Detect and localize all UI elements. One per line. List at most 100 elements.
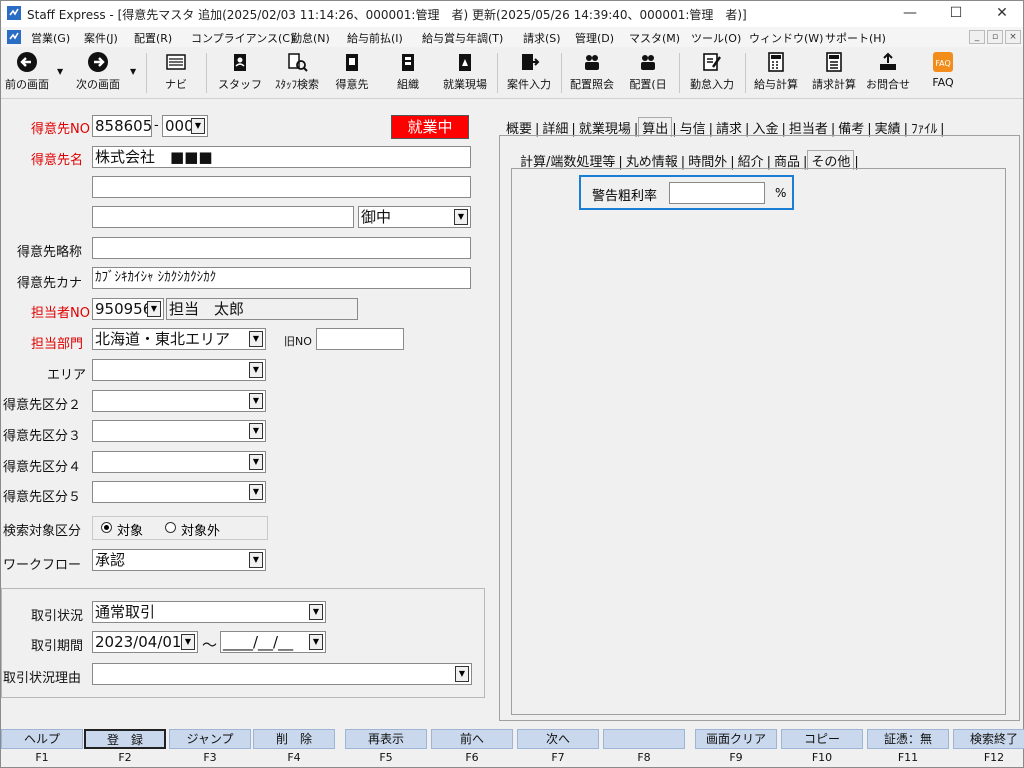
chevron-down-icon[interactable]: ▼ <box>454 209 468 225</box>
fkey-f6-button[interactable]: 前へ <box>431 729 513 749</box>
trade-status-value: 通常取引 <box>95 603 156 621</box>
tab-calc[interactable]: 算出 <box>638 117 673 137</box>
kana-input[interactable]: ｶﾌﾞｼｷｶｲｼｬ ｼｶｸｼｶｸｼｶｸ <box>92 267 471 289</box>
prev-screen-button[interactable]: 前の画面 <box>1 49 53 97</box>
next-dropdown-icon[interactable]: ▼ <box>130 67 136 76</box>
fkey-f10-button[interactable]: コピー <box>781 729 863 749</box>
trade-to-select[interactable]: ____/__/__ ▼ <box>220 631 326 653</box>
chevron-down-icon[interactable]: ▼ <box>309 634 323 650</box>
worksite-button[interactable]: 就業現場 <box>437 49 493 97</box>
attendance-input-button[interactable]: 勤怠入力 <box>683 49 741 97</box>
minimize-button[interactable]: — <box>887 1 933 27</box>
menu-sales[interactable]: 営業(G) <box>31 30 70 46</box>
menu-tools[interactable]: ツール(O) <box>691 30 741 46</box>
chevron-down-icon[interactable]: ▼ <box>455 666 469 682</box>
radio-search-off-label: 対象外 <box>181 524 221 539</box>
faq-button[interactable]: FAQ FAQ <box>923 49 963 97</box>
chevron-down-icon[interactable]: ▼ <box>249 423 263 439</box>
radio-search-off[interactable] <box>165 522 176 533</box>
fkey-f7-button[interactable]: 次へ <box>517 729 599 749</box>
area-select[interactable]: ▼ <box>92 359 266 381</box>
address3-input[interactable] <box>92 206 354 228</box>
menu-support[interactable]: サポート(H) <box>825 30 886 46</box>
dept-select[interactable]: 北海道・東北エリア ▼ <box>92 328 266 350</box>
menu-case[interactable]: 案件(J) <box>84 30 118 46</box>
menu-payroll[interactable]: 給与賞与年調(T) <box>422 30 503 46</box>
chevron-down-icon[interactable]: ▼ <box>181 634 195 650</box>
billing-calc-label: 請求計算 <box>812 78 856 91</box>
menu-master[interactable]: マスタ(M) <box>629 30 680 46</box>
payroll-calc-label: 給与計算 <box>754 78 798 91</box>
dept-value: 北海道・東北エリア <box>95 330 231 348</box>
close-button[interactable]: ✕ <box>979 1 1024 27</box>
warning-margin-input[interactable] <box>669 182 765 204</box>
class3-select[interactable]: ▼ <box>92 420 266 442</box>
honorific-select[interactable]: 御中 ▼ <box>358 206 471 228</box>
chevron-down-icon[interactable]: ▼ <box>249 331 263 347</box>
radio-search-on[interactable] <box>101 522 112 533</box>
staff-button[interactable]: スタッフ <box>217 49 263 97</box>
fkey-f11-button[interactable]: 証憑：無 <box>867 729 949 749</box>
menu-advance-pay[interactable]: 給与前払(I) <box>347 30 403 46</box>
fkey-f2-button[interactable]: 登 録 <box>84 729 166 749</box>
chevron-down-icon[interactable]: ▼ <box>249 362 263 378</box>
customer-button[interactable]: 得意先 <box>329 49 375 97</box>
maximize-button[interactable]: ☐ <box>933 1 979 27</box>
staff-search-button[interactable]: ｽﾀｯﾌ検索 <box>269 49 325 97</box>
chevron-down-icon[interactable]: ▼ <box>249 393 263 409</box>
rep-no-select[interactable]: 950956 ▼ <box>92 298 164 320</box>
prev-dropdown-icon[interactable]: ▼ <box>57 67 63 76</box>
class4-select[interactable]: ▼ <box>92 451 266 473</box>
toolbar-separator <box>497 53 498 93</box>
assign-inquiry-button[interactable]: 配置照会 <box>565 49 619 97</box>
inquiry-button[interactable]: お問合せ <box>863 49 913 97</box>
menu-window[interactable]: ウィンドウ(W) <box>749 30 823 46</box>
menu-admin[interactable]: 管理(D) <box>575 30 614 46</box>
fkey-f12-label: F12 <box>983 751 1005 764</box>
subtab-other[interactable]: その他 <box>807 150 855 170</box>
menu-billing[interactable]: 請求(S) <box>523 30 561 46</box>
fkey-f12-button[interactable]: 検索終了 <box>953 729 1024 749</box>
fkey-f4-button[interactable]: 削 除 <box>253 729 335 749</box>
trade-from-select[interactable]: 2023/04/01 ▼ <box>92 631 198 653</box>
fkey-f9-button[interactable]: 画面クリア <box>695 729 777 749</box>
customer-no-input[interactable]: 858605 <box>92 115 152 137</box>
workflow-select[interactable]: 承認 ▼ <box>92 549 266 571</box>
next-screen-button[interactable]: 次の画面 <box>67 49 129 97</box>
trade-reason-select[interactable]: ▼ <box>92 663 472 685</box>
customer-name-input[interactable]: 株式会社 ■■■ <box>92 146 471 168</box>
chevron-down-icon[interactable]: ▼ <box>309 604 323 620</box>
chevron-down-icon[interactable]: ▼ <box>249 484 263 500</box>
menu-attendance[interactable]: 勤怠(N) <box>291 30 330 46</box>
fkey-f1-button[interactable]: ヘルプ <box>1 729 83 749</box>
navi-button[interactable]: ナビ <box>153 49 199 97</box>
short-name-input[interactable] <box>92 237 471 259</box>
customer-branch-select[interactable]: 000 ▼ <box>162 115 208 137</box>
org-button[interactable]: 組織 <box>385 49 431 97</box>
fkey-f8-button[interactable] <box>603 729 685 749</box>
old-no-input[interactable] <box>316 328 404 350</box>
fkey-f5-button[interactable]: 再表示 <box>345 729 427 749</box>
menu-compliance[interactable]: コンプライアンス(C) <box>191 30 294 46</box>
case-input-button[interactable]: 案件入力 <box>501 49 557 97</box>
trade-status-select[interactable]: 通常取引 ▼ <box>92 601 326 623</box>
chevron-down-icon[interactable]: ▼ <box>191 118 205 134</box>
chevron-down-icon[interactable]: ▼ <box>249 552 263 568</box>
honorific-value: 御中 <box>361 208 392 226</box>
navi-label: ナビ <box>165 78 187 91</box>
customer-no-separator: - <box>154 118 159 133</box>
billing-calc-button[interactable]: 請求計算 <box>807 49 861 97</box>
menu-assign[interactable]: 配置(R) <box>134 30 172 46</box>
fkey-f3-button[interactable]: ジャンプ <box>169 729 251 749</box>
mdi-minimize-button[interactable]: _ <box>969 30 985 44</box>
assign-day-button[interactable]: 配置(日 <box>623 49 673 97</box>
chevron-down-icon[interactable]: ▼ <box>147 301 161 317</box>
payroll-calc-button[interactable]: 給与計算 <box>749 49 803 97</box>
mdi-restore-button[interactable]: ▫ <box>987 30 1003 44</box>
chevron-down-icon[interactable]: ▼ <box>249 454 263 470</box>
address2-input[interactable] <box>92 176 471 198</box>
class2-select[interactable]: ▼ <box>92 390 266 412</box>
class5-select[interactable]: ▼ <box>92 481 266 503</box>
trade-to-value: ____/__/__ <box>223 633 294 651</box>
mdi-close-button[interactable]: × <box>1005 30 1021 44</box>
